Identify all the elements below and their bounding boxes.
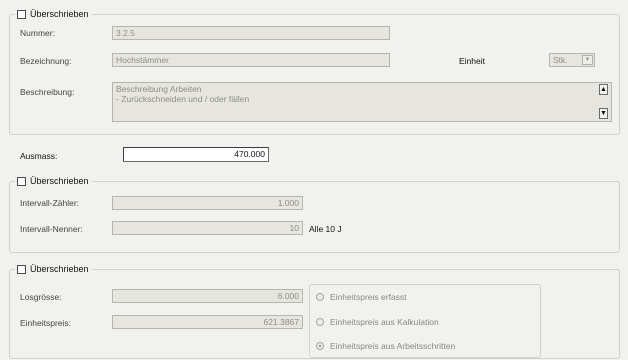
radio-label: Einheitspreis aus Arbeitsschritten — [330, 341, 456, 351]
price-override-label: Überschrieben — [30, 264, 89, 274]
einheit-label: Einheit — [459, 56, 485, 66]
interval-override-checkbox[interactable] — [17, 176, 26, 186]
interval-override-legend: Überschrieben — [15, 175, 92, 187]
losgroesse-field[interactable]: 6.000 — [112, 289, 303, 303]
beschreibung-field[interactable]: Beschreibung Arbeiten - Zurückschneiden … — [112, 82, 612, 122]
price-override-legend: Überschrieben — [15, 263, 92, 275]
einheitspreis-field[interactable]: 621.3867 — [112, 315, 303, 329]
beschreibung-label: Beschreibung: — [20, 87, 75, 97]
nummer-label: Nummer: — [20, 28, 55, 38]
interval-group — [9, 181, 620, 253]
einheitspreis-label: Einheitspreis: — [20, 318, 72, 328]
beschreibung-line-2: - Zurückschneiden und / oder fällen — [116, 94, 250, 104]
radio-selected-icon[interactable] — [316, 342, 324, 350]
bezeichnung-field[interactable]: Hochstämmer — [112, 53, 390, 67]
radio-label: Einheitspreis aus Kalkulation — [330, 317, 439, 327]
scroll-up-icon[interactable]: ▲ — [599, 84, 608, 95]
intervall-zaehler-field[interactable]: 1.000 — [112, 196, 303, 210]
intervall-nenner-label: Intervall-Nenner: — [20, 224, 83, 234]
ausmass-label: Ausmass: — [20, 151, 58, 161]
main-override-legend: Überschrieben — [15, 8, 92, 20]
radio-label: Einheitspreis erfasst — [330, 292, 407, 302]
intervall-zaehler-label: Intervall-Zähler: — [20, 198, 80, 208]
main-override-checkbox[interactable] — [17, 9, 26, 19]
intervall-nenner-field[interactable]: 10 — [112, 221, 303, 235]
radio-einheitspreis-arbeitsschritte[interactable]: Einheitspreis aus Arbeitsschritten — [316, 341, 455, 351]
scroll-down-icon[interactable]: ▼ — [599, 108, 608, 119]
bezeichnung-label: Bezeichnung: — [20, 56, 72, 66]
beschreibung-line-1: Beschreibung Arbeiten — [116, 84, 202, 94]
nummer-field[interactable]: 3.2.5 — [112, 26, 390, 40]
radio-einheitspreis-erfasst[interactable]: Einheitspreis erfasst — [316, 292, 407, 302]
einheit-value: Stk. — [553, 55, 568, 65]
price-override-checkbox[interactable] — [17, 264, 26, 274]
intervall-suffix: Alle 10 J — [309, 224, 342, 234]
interval-override-label: Überschrieben — [30, 176, 89, 186]
chevron-down-icon[interactable]: ▼ — [582, 55, 593, 65]
einheit-select[interactable]: Stk. ▼ — [549, 53, 595, 67]
losgroesse-label: Losgrösse: — [20, 292, 62, 302]
radio-einheitspreis-kalkulation[interactable]: Einheitspreis aus Kalkulation — [316, 317, 439, 327]
ausmass-input[interactable]: 470.000 — [123, 147, 269, 162]
radio-icon[interactable] — [316, 293, 324, 301]
radio-icon[interactable] — [316, 318, 324, 326]
main-override-label: Überschrieben — [30, 9, 89, 19]
